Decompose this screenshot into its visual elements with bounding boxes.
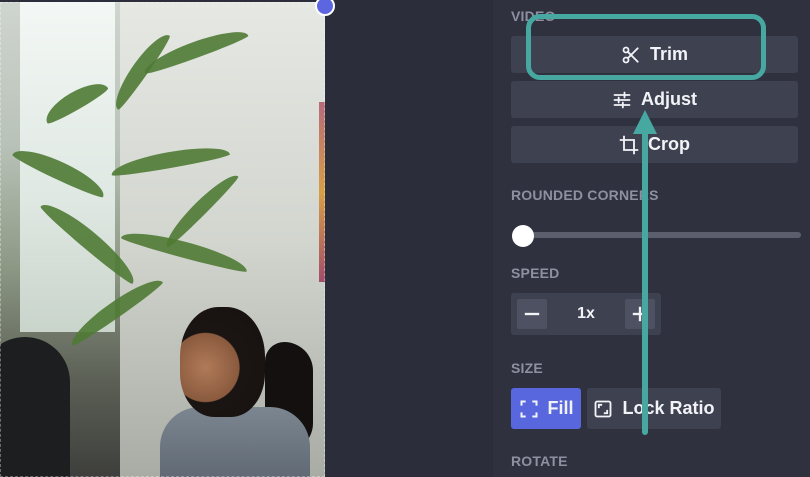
resize-handle[interactable] (315, 0, 335, 16)
lock-ratio-button-label: Lock Ratio (622, 398, 715, 418)
lock-ratio-button[interactable]: Lock Ratio (587, 388, 721, 429)
fill-button-label: Fill (547, 398, 574, 418)
properties-panel: VIDEO Trim Adjust Crop ROUNDED CORNERS S… (493, 0, 810, 477)
editor-canvas (0, 0, 493, 477)
adjust-button-label: Adjust (641, 89, 697, 109)
speed-label: SPEED (511, 265, 560, 281)
expand-corners-icon (520, 400, 537, 417)
rounded-corners-slider-thumb[interactable] (512, 225, 534, 247)
person-silhouette (0, 337, 70, 477)
crop-icon (619, 135, 639, 155)
speed-value: 1x (577, 305, 595, 322)
video-layer[interactable] (0, 2, 325, 477)
aspect-ratio-icon (595, 400, 612, 417)
scissors-icon (621, 45, 641, 65)
speed-stepper: 1x (511, 293, 661, 335)
plus-icon (632, 306, 648, 322)
trim-button-label: Trim (649, 44, 688, 64)
fill-button[interactable]: Fill (511, 388, 581, 429)
crop-button-label: Crop (648, 134, 690, 154)
speed-increase-button[interactable] (625, 299, 655, 329)
minus-icon (524, 312, 540, 316)
adjust-button[interactable]: Adjust (511, 81, 798, 118)
sliders-icon (612, 90, 632, 110)
speed-decrease-button[interactable] (517, 299, 547, 329)
rotate-label: ROTATE (511, 453, 568, 469)
person-shirt (160, 407, 310, 477)
rounded-corners-label: ROUNDED CORNERS (511, 187, 659, 203)
rounded-corners-slider-track[interactable] (515, 232, 801, 238)
trim-button[interactable]: Trim (511, 36, 798, 73)
crop-button[interactable]: Crop (511, 126, 798, 163)
size-label: SIZE (511, 360, 543, 376)
person-head (180, 307, 265, 417)
video-edge-strip (319, 102, 325, 282)
video-section-label: VIDEO (511, 8, 556, 24)
